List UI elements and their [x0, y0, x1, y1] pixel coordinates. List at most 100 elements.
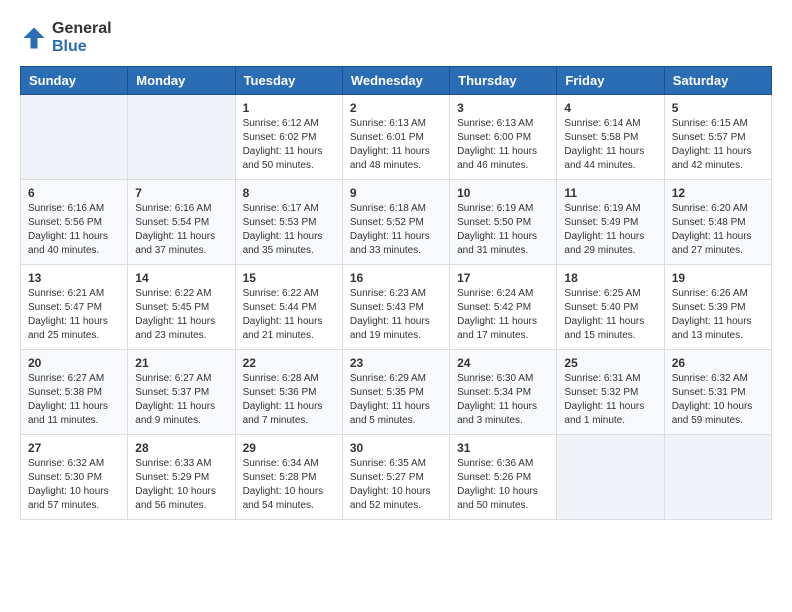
cell-info: Sunrise: 6:18 AM Sunset: 5:52 PM Dayligh… — [350, 202, 442, 258]
day-number: 8 — [243, 186, 335, 200]
day-number: 7 — [135, 186, 227, 200]
day-number: 11 — [564, 186, 656, 200]
calendar-cell: 18 Sunrise: 6:25 AM Sunset: 5:40 PM Dayli… — [557, 265, 664, 350]
cell-info: Sunrise: 6:32 AM Sunset: 5:30 PM Dayligh… — [28, 457, 120, 513]
cell-info: Sunrise: 6:33 AM Sunset: 5:29 PM Dayligh… — [135, 457, 227, 513]
day-number: 12 — [672, 186, 764, 200]
cell-info: Sunrise: 6:25 AM Sunset: 5:40 PM Dayligh… — [564, 287, 656, 343]
cell-info: Sunrise: 6:22 AM Sunset: 5:45 PM Dayligh… — [135, 287, 227, 343]
calendar-cell: 24 Sunrise: 6:30 AM Sunset: 5:34 PM Dayli… — [450, 350, 557, 435]
calendar-week-row: 27 Sunrise: 6:32 AM Sunset: 5:30 PM Dayli… — [21, 435, 772, 520]
cell-info: Sunrise: 6:13 AM Sunset: 6:01 PM Dayligh… — [350, 117, 442, 173]
calendar-cell: 17 Sunrise: 6:24 AM Sunset: 5:42 PM Dayli… — [450, 265, 557, 350]
calendar-cell: 13 Sunrise: 6:21 AM Sunset: 5:47 PM Dayli… — [21, 265, 128, 350]
weekday-header-sunday: Sunday — [21, 67, 128, 95]
calendar-cell: 29Sunrise: 6:34 AM Sunset: 5:28 PM Dayli… — [235, 435, 342, 520]
calendar-cell: 4 Sunrise: 6:14 AM Sunset: 5:58 PM Daylig… — [557, 95, 664, 180]
day-number: 25 — [564, 356, 656, 370]
cell-info: Sunrise: 6:20 AM Sunset: 5:48 PM Dayligh… — [672, 202, 764, 258]
day-number: 10 — [457, 186, 549, 200]
cell-info: Sunrise: 6:21 AM Sunset: 5:47 PM Dayligh… — [28, 287, 120, 343]
cell-info: Sunrise: 6:24 AM Sunset: 5:42 PM Dayligh… — [457, 287, 549, 343]
day-number: 21 — [135, 356, 227, 370]
calendar-cell: 7 Sunrise: 6:16 AM Sunset: 5:54 PM Daylig… — [128, 180, 235, 265]
calendar-cell — [21, 95, 128, 180]
cell-info: Sunrise: 6:27 AM Sunset: 5:37 PM Dayligh… — [135, 372, 227, 428]
cell-info: Sunrise: 6:23 AM Sunset: 5:43 PM Dayligh… — [350, 287, 442, 343]
cell-info: Sunrise: 6:26 AM Sunset: 5:39 PM Dayligh… — [672, 287, 764, 343]
cell-info: Sunrise: 6:19 AM Sunset: 5:49 PM Dayligh… — [564, 202, 656, 258]
day-number: 9 — [350, 186, 442, 200]
day-number: 13 — [28, 271, 120, 285]
calendar-cell: 3 Sunrise: 6:13 AM Sunset: 6:00 PM Daylig… — [450, 95, 557, 180]
calendar-week-row: 6Sunrise: 6:16 AM Sunset: 5:56 PM Daylig… — [21, 180, 772, 265]
cell-info: Sunrise: 6:30 AM Sunset: 5:34 PM Dayligh… — [457, 372, 549, 428]
day-number: 2 — [350, 101, 442, 115]
calendar-cell: 2 Sunrise: 6:13 AM Sunset: 6:01 PM Daylig… — [342, 95, 449, 180]
day-number: 4 — [564, 101, 656, 115]
weekday-header-saturday: Saturday — [664, 67, 771, 95]
calendar-cell: 8 Sunrise: 6:17 AM Sunset: 5:53 PM Daylig… — [235, 180, 342, 265]
logo-icon — [20, 24, 48, 52]
day-number: 28 — [135, 441, 227, 455]
day-number: 1 — [243, 101, 335, 115]
day-number: 17 — [457, 271, 549, 285]
calendar-cell: 20Sunrise: 6:27 AM Sunset: 5:38 PM Dayli… — [21, 350, 128, 435]
calendar-week-row: 1 Sunrise: 6:12 AM Sunset: 6:02 PM Daylig… — [21, 95, 772, 180]
day-number: 18 — [564, 271, 656, 285]
calendar-cell: 6Sunrise: 6:16 AM Sunset: 5:56 PM Daylig… — [21, 180, 128, 265]
calendar-cell: 15 Sunrise: 6:22 AM Sunset: 5:44 PM Dayli… — [235, 265, 342, 350]
day-number: 14 — [135, 271, 227, 285]
day-number: 30 — [350, 441, 442, 455]
calendar-cell: 27 Sunrise: 6:32 AM Sunset: 5:30 PM Dayli… — [21, 435, 128, 520]
cell-info: Sunrise: 6:31 AM Sunset: 5:32 PM Dayligh… — [564, 372, 656, 428]
weekday-header-monday: Monday — [128, 67, 235, 95]
day-number: 3 — [457, 101, 549, 115]
cell-info: Sunrise: 6:36 AM Sunset: 5:26 PM Dayligh… — [457, 457, 549, 513]
calendar-cell: 14 Sunrise: 6:22 AM Sunset: 5:45 PM Dayli… — [128, 265, 235, 350]
calendar-cell: 28 Sunrise: 6:33 AM Sunset: 5:29 PM Dayli… — [128, 435, 235, 520]
day-number: 15 — [243, 271, 335, 285]
calendar-cell: 9 Sunrise: 6:18 AM Sunset: 5:52 PM Daylig… — [342, 180, 449, 265]
day-number: 24 — [457, 356, 549, 370]
logo: General Blue — [20, 20, 112, 56]
calendar-cell: 19 Sunrise: 6:26 AM Sunset: 5:39 PM Dayli… — [664, 265, 771, 350]
calendar-cell: 31Sunrise: 6:36 AM Sunset: 5:26 PM Dayli… — [450, 435, 557, 520]
calendar-cell — [557, 435, 664, 520]
logo-text: General Blue — [52, 20, 112, 56]
day-number: 6 — [28, 186, 120, 200]
cell-info: Sunrise: 6:14 AM Sunset: 5:58 PM Dayligh… — [564, 117, 656, 173]
calendar-cell — [128, 95, 235, 180]
calendar-week-row: 20Sunrise: 6:27 AM Sunset: 5:38 PM Dayli… — [21, 350, 772, 435]
day-number: 27 — [28, 441, 120, 455]
calendar-cell — [664, 435, 771, 520]
cell-info: Sunrise: 6:13 AM Sunset: 6:00 PM Dayligh… — [457, 117, 549, 173]
calendar-cell: 10 Sunrise: 6:19 AM Sunset: 5:50 PM Dayli… — [450, 180, 557, 265]
calendar-cell: 12 Sunrise: 6:20 AM Sunset: 5:48 PM Dayli… — [664, 180, 771, 265]
cell-info: Sunrise: 6:29 AM Sunset: 5:35 PM Dayligh… — [350, 372, 442, 428]
cell-info: Sunrise: 6:22 AM Sunset: 5:44 PM Dayligh… — [243, 287, 335, 343]
cell-info: Sunrise: 6:27 AM Sunset: 5:38 PM Dayligh… — [28, 372, 120, 428]
weekday-header-row: SundayMondayTuesdayWednesdayThursdayFrid… — [21, 67, 772, 95]
day-number: 29 — [243, 441, 335, 455]
cell-info: Sunrise: 6:17 AM Sunset: 5:53 PM Dayligh… — [243, 202, 335, 258]
cell-info: Sunrise: 6:16 AM Sunset: 5:54 PM Dayligh… — [135, 202, 227, 258]
calendar-cell: 22Sunrise: 6:28 AM Sunset: 5:36 PM Dayli… — [235, 350, 342, 435]
day-number: 23 — [350, 356, 442, 370]
day-number: 19 — [672, 271, 764, 285]
calendar-body: 1 Sunrise: 6:12 AM Sunset: 6:02 PM Daylig… — [21, 95, 772, 520]
cell-info: Sunrise: 6:32 AM Sunset: 5:31 PM Dayligh… — [672, 372, 764, 428]
cell-info: Sunrise: 6:15 AM Sunset: 5:57 PM Dayligh… — [672, 117, 764, 173]
cell-info: Sunrise: 6:12 AM Sunset: 6:02 PM Dayligh… — [243, 117, 335, 173]
weekday-header-thursday: Thursday — [450, 67, 557, 95]
day-number: 5 — [672, 101, 764, 115]
weekday-header-tuesday: Tuesday — [235, 67, 342, 95]
calendar-cell: 21 Sunrise: 6:27 AM Sunset: 5:37 PM Dayli… — [128, 350, 235, 435]
calendar-cell: 1 Sunrise: 6:12 AM Sunset: 6:02 PM Daylig… — [235, 95, 342, 180]
calendar-cell: 11 Sunrise: 6:19 AM Sunset: 5:49 PM Dayli… — [557, 180, 664, 265]
cell-info: Sunrise: 6:19 AM Sunset: 5:50 PM Dayligh… — [457, 202, 549, 258]
weekday-header-wednesday: Wednesday — [342, 67, 449, 95]
calendar-cell: 5 Sunrise: 6:15 AM Sunset: 5:57 PM Daylig… — [664, 95, 771, 180]
day-number: 26 — [672, 356, 764, 370]
calendar-cell: 23 Sunrise: 6:29 AM Sunset: 5:35 PM Dayli… — [342, 350, 449, 435]
